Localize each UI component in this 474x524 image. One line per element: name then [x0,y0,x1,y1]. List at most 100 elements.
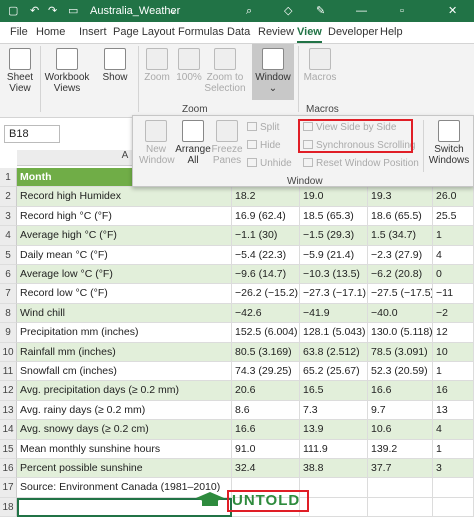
row-header[interactable]: 15 [0,439,17,459]
data-cell[interactable]: −41.9 [300,303,368,324]
new-window-button[interactable]: New Window [139,120,175,166]
tab-formulas[interactable]: Formulas [178,26,224,38]
row-header[interactable]: 2 [0,187,17,207]
row-label-cell[interactable]: Snowfall cm (inches) [17,362,232,382]
row-header[interactable]: 5 [0,245,17,265]
chevron-down-icon[interactable]: ⌄ [168,3,177,19]
row-label-cell[interactable]: Average low °C (°F) [17,265,232,285]
row-header[interactable]: 4 [0,226,17,246]
data-cell[interactable]: 16.5 [300,381,368,401]
data-cell[interactable]: 10 [433,342,474,362]
row-header[interactable]: 9 [0,323,17,343]
row-header[interactable]: 8 [0,303,17,324]
tab-home[interactable]: Home [36,26,65,38]
name-box[interactable]: B18 [4,125,60,143]
data-cell[interactable]: 80.5 (3.169) [232,342,300,362]
data-cell[interactable]: 63.8 (2.512) [300,342,368,362]
data-cell[interactable]: 13 [433,400,474,421]
row-label-cell[interactable]: Precipitation mm (inches) [17,323,232,343]
row-header[interactable]: 13 [0,400,17,421]
data-cell[interactable]: 19.0 [300,187,368,207]
row-label-cell[interactable]: Record low °C (°F) [17,284,232,304]
data-cell[interactable]: 20.6 [232,381,300,401]
data-cell[interactable]: −2 [433,303,474,324]
zoom-button[interactable]: Zoom [142,48,172,83]
data-cell[interactable]: 3 [433,459,474,479]
data-cell[interactable]: 128.1 (5.043) [300,323,368,343]
window-button[interactable]: Window ⌄ [252,44,294,100]
data-cell[interactable]: 52.3 (20.59) [368,362,433,382]
reset-window-position-button[interactable]: Reset Window Position [303,158,419,170]
data-cell[interactable]: 10.6 [368,420,433,440]
data-cell[interactable]: 25.5 [433,206,474,227]
split-button[interactable]: Split [247,122,279,134]
row-header[interactable]: 6 [0,265,17,285]
data-cell[interactable]: −5.9 (21.4) [300,245,368,265]
data-cell[interactable]: 139.2 [368,439,433,459]
search-icon[interactable]: ⌕ [246,3,252,19]
data-cell[interactable]: 16.9 (62.4) [232,206,300,227]
minimize-icon[interactable]: — [356,3,367,19]
row-label-cell[interactable]: Wind chill [17,303,232,324]
data-cell[interactable]: −6.2 (20.8) [368,265,433,285]
data-cell[interactable]: 16.6 [368,381,433,401]
tab-file[interactable]: File [10,26,28,38]
data-cell[interactable]: 91.0 [232,439,300,459]
data-cell[interactable]: 26.0 [433,187,474,207]
close-icon[interactable]: ✕ [448,3,457,19]
data-cell[interactable]: 37.7 [368,459,433,479]
data-cell[interactable]: 1 [433,226,474,246]
row-header[interactable]: 1 [0,168,17,188]
row-label-cell[interactable]: Avg. precipitation days (≥ 0.2 mm) [17,381,232,401]
row-label-cell[interactable]: Avg. rainy days (≥ 0.2 mm) [17,400,232,421]
data-cell[interactable] [368,478,433,498]
data-cell[interactable]: −1.1 (30) [232,226,300,246]
sheet-view-button[interactable]: Sheet View [4,48,36,94]
data-cell[interactable]: 1.5 (34.7) [368,226,433,246]
data-cell[interactable]: 18.2 [232,187,300,207]
data-cell[interactable]: −2.3 (27.9) [368,245,433,265]
row-header[interactable]: 18 [0,497,17,518]
data-cell[interactable]: 78.5 (3.091) [368,342,433,362]
row-header[interactable]: 17 [0,478,17,498]
freeze-panes-button[interactable]: Freeze Panes [211,120,243,166]
data-cell[interactable]: 152.5 (6.004) [232,323,300,343]
data-cell[interactable]: −9.6 (14.7) [232,265,300,285]
row-label-cell[interactable]: Mean monthly sunshine hours [17,439,232,459]
zoom-to-selection-button[interactable]: Zoom to Selection [204,48,246,94]
row-header[interactable]: 3 [0,206,17,227]
file-name[interactable]: Australia_Weather [90,3,180,19]
data-cell[interactable]: 130.0 (5.118) [368,323,433,343]
data-cell[interactable] [368,497,433,518]
data-cell[interactable]: 8.6 [232,400,300,421]
unhide-button[interactable]: Unhide [247,158,292,170]
zoom-100-button[interactable]: 100% [174,48,204,83]
data-cell[interactable]: −42.6 [232,303,300,324]
data-cell[interactable]: 4 [433,245,474,265]
redo-icon[interactable]: ↷ [48,3,57,19]
workbook-views-button[interactable]: Workbook Views [44,48,90,94]
data-cell[interactable]: 111.9 [300,439,368,459]
arrange-all-button[interactable]: Arrange All [175,120,211,166]
row-header[interactable]: 11 [0,362,17,382]
data-cell[interactable]: 18.5 (65.3) [300,206,368,227]
data-cell[interactable]: 19.3 [368,187,433,207]
data-cell[interactable]: −5.4 (22.3) [232,245,300,265]
row-label-cell[interactable]: Avg. snowy days (≥ 0.2 cm) [17,420,232,440]
row-label-cell[interactable]: Average high °C (°F) [17,226,232,246]
data-cell[interactable]: −1.5 (29.3) [300,226,368,246]
tab-page-layout[interactable]: Page Layout [113,26,175,38]
row-label-cell[interactable]: Rainfall mm (inches) [17,342,232,362]
restore-icon[interactable]: ▫ [400,3,404,19]
row-header[interactable]: 7 [0,284,17,304]
data-cell[interactable] [433,478,474,498]
data-cell[interactable]: 1 [433,439,474,459]
data-cell[interactable]: 0 [433,265,474,285]
switch-windows-button[interactable]: Switch Windows [427,120,471,166]
show-button[interactable]: Show [98,48,132,83]
data-cell[interactable]: 65.2 (25.67) [300,362,368,382]
tab-view[interactable]: View [297,26,322,43]
row-header[interactable]: 16 [0,459,17,479]
data-cell[interactable]: −40.0 [368,303,433,324]
data-cell[interactable]: 74.3 (29.25) [232,362,300,382]
